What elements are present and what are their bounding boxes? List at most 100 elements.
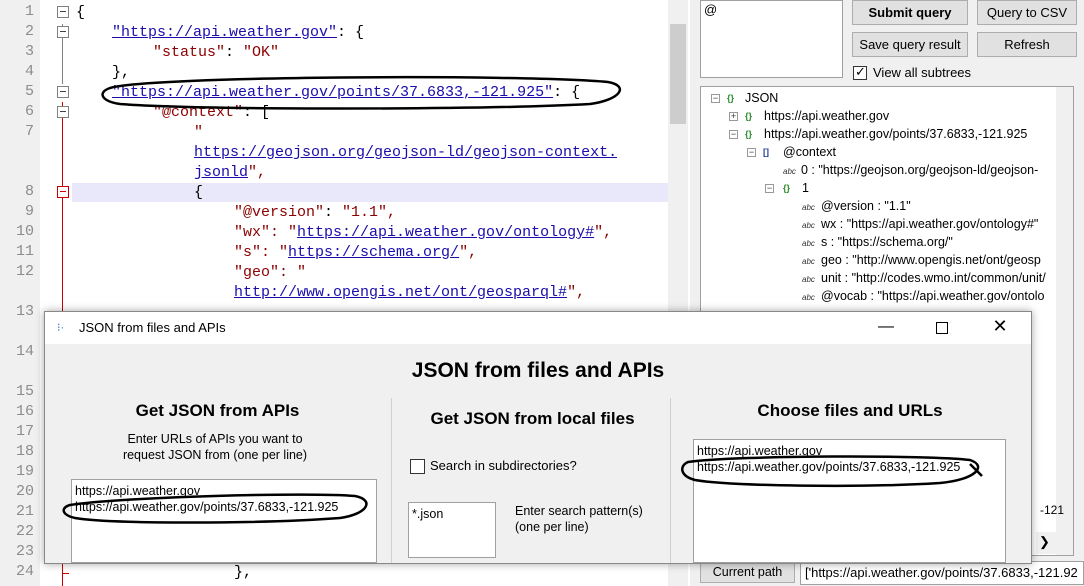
tree-node[interactable]: geo : "http://www.opengis.net/ont/geosp xyxy=(821,253,1041,267)
dialog-heading: JSON from files and APIs xyxy=(411,359,665,382)
line-number: 13 xyxy=(15,303,34,320)
code-line: "https://api.weather.gov/points/37.6833,… xyxy=(112,84,581,101)
tree-node[interactable]: @version : "1.1" xyxy=(821,199,911,213)
query-input[interactable]: @ xyxy=(700,0,843,78)
search-pattern-description: Enter search pattern(s) (one per line) xyxy=(515,504,643,534)
code-line: "@version": "1.1", xyxy=(234,204,397,221)
value-icon: abc xyxy=(802,275,815,284)
local-section-title: Get JSON from local files xyxy=(430,409,635,428)
line-number: 20 xyxy=(15,483,34,500)
current-path-button[interactable]: Current path xyxy=(700,561,795,583)
tree-scrollbar[interactable] xyxy=(1056,87,1073,555)
line-number-gutter: 1 2 3 4 5 6 7 8 9 10 11 12 13 14 15 16 1… xyxy=(0,0,40,586)
code-line: }, xyxy=(234,564,253,581)
chosen-sources-list[interactable]: https://api.weather.gov https://api.weat… xyxy=(693,439,1006,563)
line-number: 12 xyxy=(15,263,34,280)
chosen-source-item[interactable]: https://api.weather.gov/points/37.6833,-… xyxy=(697,459,1002,475)
chosen-source-item[interactable]: https://api.weather.gov xyxy=(697,443,1002,459)
line-number: 21 xyxy=(15,503,34,520)
tree-scrollbar-right-arrow[interactable]: ❯ xyxy=(1036,532,1073,554)
tree-node-root[interactable]: JSON xyxy=(745,91,778,105)
code-line: "@context": [ xyxy=(153,104,271,121)
code-line: }, xyxy=(112,64,131,81)
tree-node[interactable]: @context xyxy=(783,145,836,159)
dialog-titlebar[interactable]: ⁝· JSON from files and APIs — ✕ xyxy=(45,312,1031,344)
search-pattern-textarea[interactable]: *.json xyxy=(408,502,496,558)
code-line: "status": "OK" xyxy=(153,44,280,61)
fold-end-marker xyxy=(62,573,69,574)
code-line: jsonld", xyxy=(194,164,267,181)
app-icon: ⁝· xyxy=(57,322,65,334)
fold-toggle-icon[interactable] xyxy=(57,106,69,118)
tree-node-partial: -121 xyxy=(1040,503,1065,517)
code-line: { xyxy=(76,4,86,21)
tree-node[interactable]: 0 : "https://geojson.org/geojson-ld/geoj… xyxy=(801,163,1038,177)
line-number: 8 xyxy=(24,183,34,200)
code-line: "s": "https://schema.org/", xyxy=(234,244,478,261)
code-line: http://www.opengis.net/ont/geosparql#", xyxy=(234,284,586,301)
object-icon: {} xyxy=(727,93,735,103)
tree-node[interactable]: s : "https://schema.org/" xyxy=(821,235,953,249)
view-subtrees-label[interactable]: View all subtrees xyxy=(873,65,971,80)
line-number: 19 xyxy=(15,463,34,480)
line-number: 17 xyxy=(15,423,34,440)
tree-node[interactable]: 1 xyxy=(802,181,809,195)
search-subdirectories-checkbox[interactable] xyxy=(410,459,425,474)
save-query-result-button[interactable]: Save query result xyxy=(852,32,968,57)
fold-toggle-icon[interactable] xyxy=(57,186,69,198)
api-url-line: https://api.weather.gov xyxy=(75,484,201,498)
tree-node[interactable]: @vocab : "https://api.weather.gov/ontolo xyxy=(821,289,1045,303)
minimize-button[interactable]: — xyxy=(871,318,901,338)
object-icon: {} xyxy=(783,183,791,193)
query-to-csv-button[interactable]: Query to CSV xyxy=(977,0,1077,25)
array-icon: [] xyxy=(763,147,769,157)
search-subdirectories-label[interactable]: Search in subdirectories? xyxy=(430,458,577,473)
tree-node[interactable]: wx : "https://api.weather.gov/ontology#" xyxy=(821,217,1038,231)
chevron-right-icon: ❯ xyxy=(1039,534,1050,549)
section-divider xyxy=(670,398,671,563)
collapse-icon[interactable]: − xyxy=(765,184,774,193)
search-pattern-line: *.json xyxy=(412,507,444,521)
tree-node[interactable]: https://api.weather.gov/points/37.6833,-… xyxy=(764,127,1027,141)
line-number: 11 xyxy=(15,243,34,260)
view-subtrees-checkbox[interactable] xyxy=(853,64,867,80)
fold-toggle-icon[interactable] xyxy=(57,6,69,18)
collapse-icon[interactable]: − xyxy=(747,148,756,157)
code-line: "https://api.weather.gov": { xyxy=(112,24,365,41)
line-number: 9 xyxy=(24,203,34,220)
line-number: 16 xyxy=(15,403,34,420)
api-section-description: Enter URLs of APIs you want to request J… xyxy=(122,432,308,462)
tree-node[interactable]: unit : "http://codes.wmo.int/common/unit… xyxy=(821,271,1046,285)
minimize-icon: — xyxy=(878,318,894,335)
collapse-icon[interactable]: − xyxy=(729,130,738,139)
value-icon: abc xyxy=(802,239,815,248)
editor-scrollbar-thumb[interactable] xyxy=(670,24,686,124)
value-icon: abc xyxy=(783,167,796,176)
collapse-icon[interactable]: − xyxy=(711,94,720,103)
dialog-title: JSON from files and APIs xyxy=(79,320,226,335)
submit-query-button[interactable]: Submit query xyxy=(852,0,968,25)
refresh-button[interactable]: Refresh xyxy=(977,32,1077,57)
close-button[interactable]: ✕ xyxy=(985,316,1015,338)
choose-section-title: Choose files and URLs xyxy=(757,401,943,420)
line-number: 15 xyxy=(15,383,34,400)
fold-toggle-icon[interactable] xyxy=(57,26,69,38)
fold-toggle-icon[interactable] xyxy=(57,86,69,98)
expand-icon[interactable]: + xyxy=(729,112,738,121)
close-icon: ✕ xyxy=(992,316,1008,336)
current-path-field[interactable]: ['https://api.weather.gov/points/37.6833… xyxy=(800,561,1084,585)
line-number: 23 xyxy=(15,543,34,560)
code-line: "wx": "https://api.weather.gov/ontology#… xyxy=(234,224,613,241)
current-line-highlight xyxy=(72,183,668,202)
code-line: " xyxy=(194,124,204,141)
line-number: 18 xyxy=(15,443,34,460)
line-number: 7 xyxy=(24,123,34,140)
maximize-button[interactable] xyxy=(927,318,957,338)
line-number: 2 xyxy=(24,23,34,40)
tree-node[interactable]: https://api.weather.gov xyxy=(764,109,889,123)
line-number: 10 xyxy=(15,223,34,240)
line-number: 1 xyxy=(24,3,34,20)
api-urls-textarea[interactable]: https://api.weather.gov https://api.weat… xyxy=(71,479,377,563)
api-section-title: Get JSON from APIs xyxy=(135,401,300,420)
code-line: https://geojson.org/geojson-ld/geojson-c… xyxy=(194,144,618,161)
